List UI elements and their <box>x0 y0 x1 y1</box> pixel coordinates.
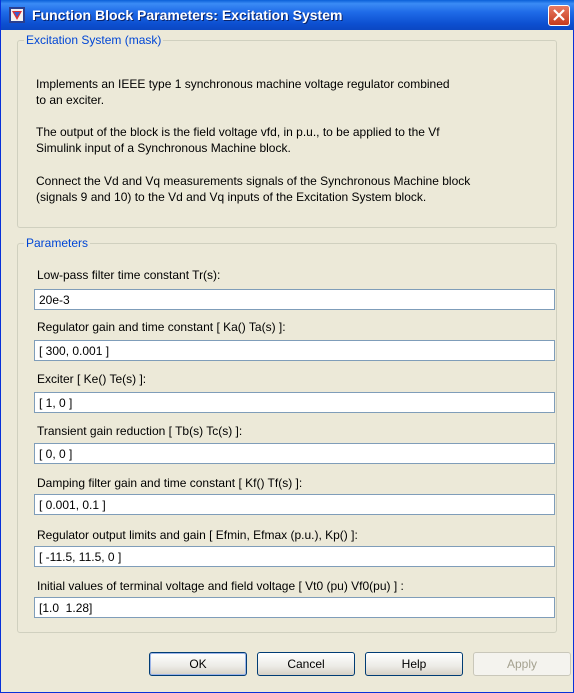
param-input-kf-tf[interactable] <box>34 494 555 515</box>
mask-group-legend: Excitation System (mask) <box>24 33 164 47</box>
parameters-group-legend: Parameters <box>24 236 91 250</box>
dialog-window: Function Block Parameters: Excitation Sy… <box>0 0 574 693</box>
param-label-vt0-vf0: Initial values of terminal voltage and f… <box>37 579 404 593</box>
param-label-ke-te: Exciter [ Ke() Te(s) ]: <box>37 372 147 386</box>
param-input-vt0-vf0[interactable] <box>34 597 555 618</box>
param-input-tb-tc[interactable] <box>34 443 555 464</box>
description-line: Connect the Vd and Vq measurements signa… <box>36 174 471 188</box>
param-label-ka-ta: Regulator gain and time constant [ Ka() … <box>37 320 286 334</box>
param-label-tr: Low-pass filter time constant Tr(s): <box>37 268 221 282</box>
description-line: (signals 9 and 10) to the Vd and Vq inpu… <box>36 190 427 204</box>
title-bar[interactable]: Function Block Parameters: Excitation Sy… <box>1 0 574 30</box>
close-button[interactable] <box>548 5 570 26</box>
description-line: Simulink input of a Synchronous Machine … <box>36 141 291 155</box>
simulink-block-icon <box>9 7 25 23</box>
description-line: to an exciter. <box>36 93 105 107</box>
cancel-button[interactable]: Cancel <box>257 652 355 676</box>
apply-button: Apply <box>473 652 571 676</box>
description-line: The output of the block is the field vol… <box>36 125 440 139</box>
param-label-kf-tf: Damping filter gain and time constant [ … <box>37 476 303 490</box>
param-input-tr[interactable] <box>34 289 555 310</box>
help-button[interactable]: Help <box>365 652 463 676</box>
param-label-tb-tc: Transient gain reduction [ Tb(s) Tc(s) ]… <box>37 424 243 438</box>
window-title: Function Block Parameters: Excitation Sy… <box>32 7 343 23</box>
param-input-efmin-efmax-kp[interactable] <box>34 546 555 567</box>
param-label-efmin-efmax-kp: Regulator output limits and gain [ Efmin… <box>37 528 358 542</box>
ok-button[interactable]: OK <box>149 652 247 676</box>
close-icon <box>553 9 565 21</box>
description-line: Implements an IEEE type 1 synchronous ma… <box>36 77 450 91</box>
param-input-ka-ta[interactable] <box>34 340 555 361</box>
param-input-ke-te[interactable] <box>34 392 555 413</box>
